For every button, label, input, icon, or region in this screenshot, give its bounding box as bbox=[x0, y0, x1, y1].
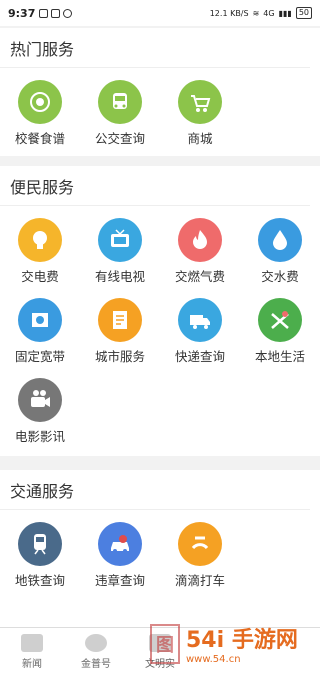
camera-icon bbox=[18, 378, 62, 422]
traffic-services-section: 交通服务 地铁查询 违章查询 滴滴打车 bbox=[0, 470, 320, 630]
life-services-section: 便民服务 交电费 有线电视 交燃气费 交水费固定宽带 城市服务 快递查询 本地生活电影影讯 bbox=[0, 166, 320, 456]
truck-icon bbox=[178, 298, 222, 342]
status-bar: 9:37 12.1 KB/S ≋ 4G ▮▮▮ 50 bbox=[0, 0, 320, 26]
life-services-item-0[interactable]: 交电费 bbox=[0, 218, 80, 285]
life-services-item-2[interactable]: 交燃气费 bbox=[160, 218, 240, 285]
hot-services-item-2[interactable]: 商城 bbox=[160, 80, 240, 147]
traffic-services-item-label: 违章查询 bbox=[94, 573, 145, 588]
life-services-item-label: 快递查询 bbox=[174, 349, 225, 364]
nav-news-label: 新闻 bbox=[22, 658, 42, 670]
clock: 9:37 bbox=[8, 6, 36, 20]
news-icon bbox=[21, 633, 43, 652]
life-services-item-label: 固定宽带 bbox=[14, 349, 65, 364]
life-services-item-8[interactable]: 电影影讯 bbox=[0, 378, 80, 445]
watermark: 图 54i 手游网 www.54.cn bbox=[150, 612, 320, 675]
hot-services-section: 热门服务 校餐食谱 公交查询 商城 bbox=[0, 28, 320, 156]
subway-icon bbox=[18, 522, 62, 566]
life-services-item-label: 有线电视 bbox=[94, 269, 145, 284]
life-services-item-1[interactable]: 有线电视 bbox=[80, 218, 160, 285]
life-services-title: 便民服务 bbox=[0, 166, 310, 206]
wifi-icon: ≋ bbox=[252, 8, 260, 18]
traffic-services-item-2[interactable]: 滴滴打车 bbox=[160, 522, 240, 589]
clover-icon bbox=[85, 633, 107, 652]
document-icon bbox=[98, 298, 142, 342]
drop-icon bbox=[258, 218, 302, 262]
heart-icon bbox=[63, 8, 73, 18]
life-services-item-3[interactable]: 交水费 bbox=[240, 218, 320, 285]
life-services-item-label: 交燃气费 bbox=[174, 269, 225, 284]
nav-jinpu-label: 金普号 bbox=[81, 658, 111, 670]
traffic-services-item-label: 地铁查询 bbox=[14, 573, 65, 588]
life-services-item-label: 交水费 bbox=[261, 269, 299, 284]
traffic-services-item-label: 滴滴打车 bbox=[174, 573, 225, 588]
network-speed: 12.1 KB/S bbox=[209, 8, 249, 18]
traffic-services-title: 交通服务 bbox=[0, 470, 310, 510]
traffic-services-item-1[interactable]: 违章查询 bbox=[80, 522, 160, 589]
battery-icon: 50 bbox=[295, 7, 312, 19]
life-services-item-5[interactable]: 城市服务 bbox=[80, 298, 160, 365]
hot-services-item-label: 校餐食谱 bbox=[14, 131, 65, 146]
watermark-seal: 图 bbox=[150, 623, 180, 664]
watermark-text: 54i 手游网 www.54.cn bbox=[186, 622, 298, 665]
meal-icon bbox=[18, 80, 62, 124]
broadband-icon bbox=[18, 298, 62, 342]
notification-icons bbox=[39, 8, 73, 18]
bus-icon bbox=[98, 80, 142, 124]
signal-label: 4G bbox=[263, 8, 275, 18]
map-pin-icon bbox=[258, 298, 302, 342]
life-services-item-label: 交电费 bbox=[21, 269, 59, 284]
life-services-item-6[interactable]: 快递查询 bbox=[160, 298, 240, 365]
nav-jinpu[interactable]: 金普号 bbox=[64, 628, 128, 675]
hot-services-item-label: 公交查询 bbox=[94, 131, 145, 146]
didi-icon bbox=[178, 522, 222, 566]
bulb-icon bbox=[18, 218, 62, 262]
traffic-services-item-0[interactable]: 地铁查询 bbox=[0, 522, 80, 589]
watermark-url: www.54.cn bbox=[186, 654, 241, 665]
hot-services-title: 热门服务 bbox=[0, 28, 310, 68]
hot-services-item-1[interactable]: 公交查询 bbox=[80, 80, 160, 147]
hot-services-item-label: 商城 bbox=[187, 131, 213, 146]
life-services-item-4[interactable]: 固定宽带 bbox=[0, 298, 80, 365]
notification-icon bbox=[39, 8, 49, 18]
life-services-item-label: 电影影讯 bbox=[14, 429, 65, 444]
life-services-item-label: 本地生活 bbox=[254, 349, 305, 364]
cart-icon bbox=[178, 80, 222, 124]
nav-news[interactable]: 新闻 bbox=[0, 628, 64, 675]
life-services-item-7[interactable]: 本地生活 bbox=[240, 298, 320, 365]
life-services-item-label: 城市服务 bbox=[94, 349, 145, 364]
car-icon bbox=[98, 522, 142, 566]
watermark-title: 54i 手游网 bbox=[186, 628, 298, 653]
signal-icon: ▮▮▮ bbox=[278, 8, 292, 18]
flame-icon bbox=[178, 218, 222, 262]
message-icon bbox=[51, 8, 61, 18]
hot-services-item-0[interactable]: 校餐食谱 bbox=[0, 80, 80, 147]
tv-icon bbox=[98, 218, 142, 262]
